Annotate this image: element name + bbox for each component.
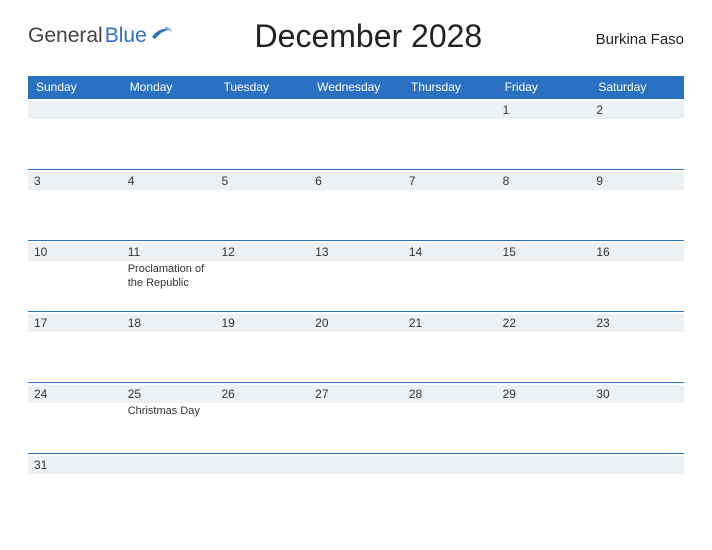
day-number: 13	[315, 245, 328, 259]
week-row: 3 4 5 6 7 8 9	[28, 169, 684, 240]
day-cell: 5	[215, 170, 309, 240]
day-cell	[122, 454, 216, 486]
day-number: 31	[34, 458, 47, 472]
day-cell	[215, 454, 309, 486]
day-cell: 29	[497, 383, 591, 453]
logo: General Blue	[28, 24, 173, 48]
dow-wednesday: Wednesday	[309, 76, 403, 98]
day-number: 19	[221, 316, 234, 330]
week-row: 17 18 19 20 21 22 23	[28, 311, 684, 382]
day-number: 9	[596, 174, 603, 188]
day-number: 16	[596, 245, 609, 259]
day-number: 4	[128, 174, 135, 188]
day-cell: 17	[28, 312, 122, 382]
day-number: 26	[221, 387, 234, 401]
day-number: 7	[409, 174, 416, 188]
day-number: 15	[503, 245, 516, 259]
day-cell: 13	[309, 241, 403, 311]
day-number: 11	[128, 245, 140, 259]
day-number: 30	[596, 387, 609, 401]
logo-word-general: General	[28, 24, 103, 48]
day-cell: 3	[28, 170, 122, 240]
day-number: 25	[128, 387, 141, 401]
day-cell: 19	[215, 312, 309, 382]
day-of-week-header: Sunday Monday Tuesday Wednesday Thursday…	[28, 76, 684, 98]
page-title: December 2028	[173, 18, 564, 55]
day-number: 5	[221, 174, 228, 188]
day-cell: 14	[403, 241, 497, 311]
day-cell: 8	[497, 170, 591, 240]
day-number: 27	[315, 387, 328, 401]
day-cell: 25 Christmas Day	[122, 383, 216, 453]
day-number: 20	[315, 316, 328, 330]
dow-tuesday: Tuesday	[215, 76, 309, 98]
day-number: 28	[409, 387, 422, 401]
day-number: 1	[503, 103, 510, 117]
day-number: 14	[409, 245, 422, 259]
day-cell: 30	[590, 383, 684, 453]
day-cell: 2	[590, 99, 684, 169]
calendar: Sunday Monday Tuesday Wednesday Thursday…	[28, 76, 684, 486]
day-cell: 22	[497, 312, 591, 382]
day-number: 12	[221, 245, 234, 259]
day-cell: 27	[309, 383, 403, 453]
dow-saturday: Saturday	[590, 76, 684, 98]
day-number: 22	[503, 316, 516, 330]
day-cell: 31	[28, 454, 122, 486]
day-event: Christmas Day	[128, 405, 210, 419]
day-cell	[309, 454, 403, 486]
day-cell	[28, 99, 122, 169]
day-number: 24	[34, 387, 47, 401]
country-label: Burkina Faso	[564, 25, 684, 48]
day-cell	[497, 454, 591, 486]
day-cell: 15	[497, 241, 591, 311]
day-cell	[309, 99, 403, 169]
dow-monday: Monday	[122, 76, 216, 98]
week-row: 10 11Proclamation of the Republic 12 13 …	[28, 240, 684, 311]
day-number: 8	[503, 174, 510, 188]
dow-sunday: Sunday	[28, 76, 122, 98]
day-cell: 4	[122, 170, 216, 240]
day-cell: 7	[403, 170, 497, 240]
day-cell: 16	[590, 241, 684, 311]
day-cell: 11 Proclamation of the Republic	[122, 241, 216, 311]
dow-friday: Friday	[497, 76, 591, 98]
day-number: 6	[315, 174, 322, 188]
week-row: 31	[28, 453, 684, 486]
day-cell	[403, 454, 497, 486]
day-cell: 26	[215, 383, 309, 453]
day-cell: 10	[28, 241, 122, 311]
day-number: 21	[409, 316, 422, 330]
logo-word-blue: Blue	[105, 24, 147, 48]
day-cell	[590, 454, 684, 486]
header: General Blue December 2028 Burkina Faso	[28, 10, 684, 62]
day-number: 3	[34, 174, 41, 188]
day-number: 18	[128, 316, 141, 330]
day-cell: 9	[590, 170, 684, 240]
week-row: 1 2	[28, 98, 684, 169]
day-cell: 18	[122, 312, 216, 382]
day-cell: 6	[309, 170, 403, 240]
day-number: 23	[596, 316, 609, 330]
day-cell: 12	[215, 241, 309, 311]
day-cell	[403, 99, 497, 169]
day-number: 17	[34, 316, 47, 330]
day-cell: 21	[403, 312, 497, 382]
day-cell: 24	[28, 383, 122, 453]
day-cell: 28	[403, 383, 497, 453]
day-number: 10	[34, 245, 47, 259]
day-cell	[215, 99, 309, 169]
globe-swoosh-icon	[151, 24, 173, 48]
day-number: 29	[503, 387, 516, 401]
dow-thursday: Thursday	[403, 76, 497, 98]
week-row: 24 25 Christmas Day 26 27 28 29 30	[28, 382, 684, 453]
day-number: 2	[596, 103, 603, 117]
day-cell	[122, 99, 216, 169]
day-cell: 23	[590, 312, 684, 382]
day-event: Proclamation of the Republic	[128, 263, 210, 291]
day-cell: 1	[497, 99, 591, 169]
day-cell: 20	[309, 312, 403, 382]
